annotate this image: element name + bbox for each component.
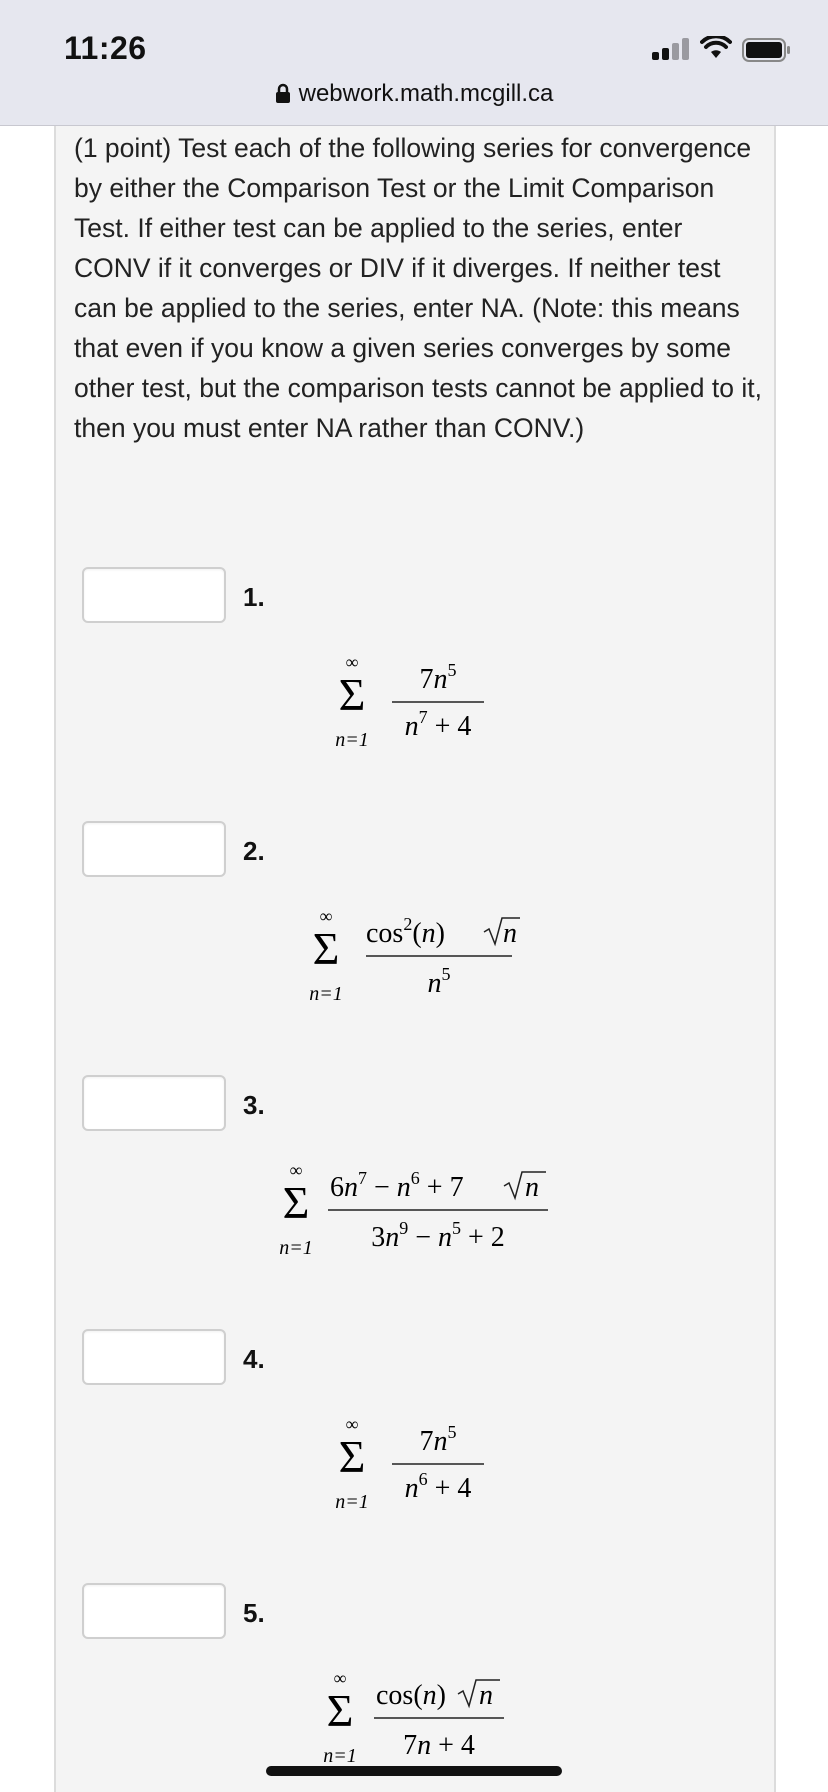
sum-lower-limit: n=1 (335, 729, 369, 751)
svg-text:n: n (479, 1680, 493, 1711)
sum-lower-limit: n=1 (323, 1745, 357, 1767)
svg-text:n7 + 4: n7 + 4 (405, 707, 472, 742)
lock-icon (275, 83, 290, 103)
svg-text:Σ: Σ (339, 1431, 366, 1482)
svg-text:Σ: Σ (339, 669, 366, 720)
sum-lower-limit: n=1 (335, 1491, 369, 1513)
item-number-2: 2. (243, 836, 265, 866)
svg-text:cos2(n): cos2(n) (366, 914, 445, 949)
home-indicator[interactable] (266, 1766, 562, 1776)
battery-icon (742, 38, 790, 62)
svg-text:n5: n5 (428, 964, 451, 999)
svg-text:Σ: Σ (313, 923, 340, 974)
svg-text:n: n (525, 1172, 539, 1203)
svg-text:3n9 − n5 + 2: 3n9 − n5 + 2 (371, 1218, 505, 1253)
svg-text:6n7 − n6 + 7: 6n7 − n6 + 7 (330, 1168, 464, 1203)
sum-lower-limit: n=1 (279, 1237, 313, 1259)
wifi-icon (700, 36, 732, 58)
item-number-3: 3. (243, 1090, 265, 1120)
series-1-formula: ∞ Σ n=1 7n5 n7 + 4 (335, 652, 484, 751)
answer-input-1[interactable] (82, 567, 226, 623)
svg-text:n6 + 4: n6 + 4 (405, 1469, 472, 1504)
answer-input-3[interactable] (82, 1075, 226, 1131)
svg-text:7n + 4: 7n + 4 (403, 1730, 475, 1761)
sum-lower-limit: n=1 (309, 983, 343, 1005)
series-2-formula: ∞ Σ n=1 cos2(n) n n5 (309, 906, 520, 1005)
browser-top-bar: 11:26 webwork.math.mcgill.ca (0, 0, 828, 126)
svg-text:cos(n): cos(n) (376, 1680, 446, 1711)
problem-instructions: (1 point) Test each of the following ser… (74, 133, 762, 443)
cellular-signal-icon (652, 38, 690, 60)
svg-text:n: n (503, 918, 517, 949)
answer-input-5[interactable] (82, 1583, 226, 1639)
series-4-formula: ∞ Σ n=1 7n5 n6 + 4 (335, 1414, 484, 1513)
answer-input-2[interactable] (82, 821, 226, 877)
item-number-4: 4. (243, 1344, 265, 1374)
series-5-formula: ∞ Σ n=1 cos(n) n 7n + 4 (323, 1668, 504, 1767)
svg-text:7n5: 7n5 (420, 1422, 457, 1457)
item-number-5: 5. (243, 1598, 265, 1628)
answer-input-4[interactable] (82, 1329, 226, 1385)
url-text: webwork.math.mcgill.ca (298, 80, 554, 107)
svg-text:7n5: 7n5 (420, 660, 457, 695)
series-3-formula: ∞ Σ n=1 6n7 − n6 + 7 n 3n9 − n5 + 2 (279, 1160, 548, 1259)
item-number-1: 1. (243, 582, 265, 612)
svg-text:Σ: Σ (283, 1177, 310, 1228)
url-bar[interactable]: webwork.math.mcgill.ca (0, 80, 828, 108)
svg-text:Σ: Σ (327, 1685, 354, 1736)
status-time: 11:26 (64, 30, 147, 66)
